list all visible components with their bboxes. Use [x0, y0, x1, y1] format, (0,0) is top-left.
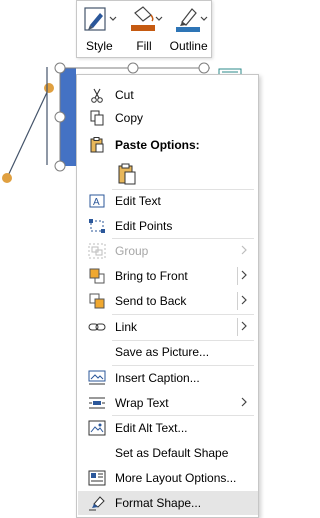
chevron-right-icon[interactable]	[240, 319, 248, 333]
context-menu: Cut Copy Paste Options: A Edit Text Edit…	[76, 74, 259, 518]
fill-label: Fill	[136, 39, 152, 53]
menu-label-link: Link	[115, 320, 138, 334]
connector-line	[6, 87, 50, 179]
link-icon	[88, 319, 106, 335]
menu-item-more-layout-options[interactable]: More Layout Options...	[78, 466, 258, 490]
chevron-right-icon	[240, 395, 248, 409]
group-icon	[88, 243, 106, 259]
pen-outline-icon	[170, 5, 208, 35]
menu-label-wrap-text: Wrap Text	[115, 396, 169, 410]
menu-label-copy: Copy	[115, 111, 144, 125]
menu-item-format-shape[interactable]: Format Shape...	[78, 491, 258, 515]
menu-label-send-to-back: Send to Back	[115, 294, 187, 308]
menu-label-set-default-shape: Set as Default Shape	[115, 446, 229, 460]
edit-text-icon: A	[88, 193, 106, 209]
menu-item-insert-caption[interactable]: Insert Caption...	[78, 366, 258, 390]
chevron-right-icon[interactable]	[240, 293, 248, 307]
selection-handle-tl	[54, 62, 66, 74]
selection-handle-ml	[54, 111, 66, 123]
scissors-icon	[88, 87, 106, 103]
connector-handle-start	[2, 173, 12, 183]
menu-item-edit-points[interactable]: Edit Points	[78, 214, 258, 238]
menu-item-wrap-text[interactable]: Wrap Text	[78, 391, 258, 415]
chevron-right-icon	[240, 243, 248, 257]
chevron-right-icon[interactable]	[240, 268, 248, 282]
copy-icon	[88, 110, 106, 126]
insert-caption-icon	[88, 370, 106, 386]
menu-label-save-as-picture: Save as Picture...	[115, 345, 210, 359]
menu-label-bring-to-front: Bring to Front	[115, 269, 188, 283]
menu-label-cut: Cut	[115, 88, 134, 102]
menu-label-edit-points: Edit Points	[115, 219, 173, 233]
outline-button[interactable]: Outline	[168, 5, 210, 53]
menu-item-group[interactable]: Group	[78, 239, 258, 263]
selection-handle-bl	[54, 160, 66, 172]
connector-handle-end	[44, 83, 54, 93]
menu-item-cut[interactable]: Cut	[78, 83, 258, 107]
bring-to-front-icon	[88, 268, 106, 284]
menu-item-send-to-back[interactable]: Send to Back	[78, 289, 258, 313]
paint-bucket-icon	[125, 5, 163, 35]
menu-label-paste-options: Paste Options:	[115, 138, 200, 152]
paste-keep-source-button[interactable]	[113, 161, 139, 187]
clipboard-icon	[88, 137, 106, 153]
menu-label-group: Group	[115, 244, 149, 258]
fill-button[interactable]: Fill	[123, 5, 165, 53]
shape-style-icon	[80, 5, 118, 35]
paste-icon	[117, 163, 137, 188]
layout-options-icon	[88, 470, 106, 486]
svg-text:A: A	[93, 197, 100, 208]
menu-item-set-default-shape[interactable]: Set as Default Shape	[78, 441, 258, 465]
format-shape-icon	[88, 495, 106, 511]
mini-toolbar: Style Fill Outline	[76, 0, 212, 58]
menu-item-edit-text[interactable]: A Edit Text	[78, 189, 258, 213]
menu-item-edit-alt-text[interactable]: Edit Alt Text...	[78, 416, 258, 440]
menu-label-more-layout-options: More Layout Options...	[115, 471, 237, 485]
menu-label-edit-text: Edit Text	[115, 194, 161, 208]
selection-handle-tr	[198, 62, 210, 74]
selection-handle-tc	[127, 62, 139, 74]
menu-item-copy[interactable]: Copy	[78, 106, 258, 130]
style-button[interactable]: Style	[78, 5, 120, 53]
menu-item-bring-to-front[interactable]: Bring to Front	[78, 264, 258, 288]
wrap-text-icon	[88, 395, 106, 411]
edit-points-icon	[88, 218, 106, 234]
menu-item-link[interactable]: Link	[78, 315, 258, 339]
menu-label-format-shape: Format Shape...	[115, 496, 202, 510]
outline-label: Outline	[169, 39, 208, 53]
alt-text-icon	[88, 420, 106, 436]
menu-item-paste-options: Paste Options:	[78, 133, 258, 157]
menu-label-edit-alt-text: Edit Alt Text...	[115, 421, 188, 435]
menu-label-insert-caption: Insert Caption...	[115, 371, 200, 385]
menu-item-save-as-picture[interactable]: Save as Picture...	[78, 340, 258, 364]
style-label: Style	[85, 39, 113, 53]
send-to-back-icon	[88, 293, 106, 309]
